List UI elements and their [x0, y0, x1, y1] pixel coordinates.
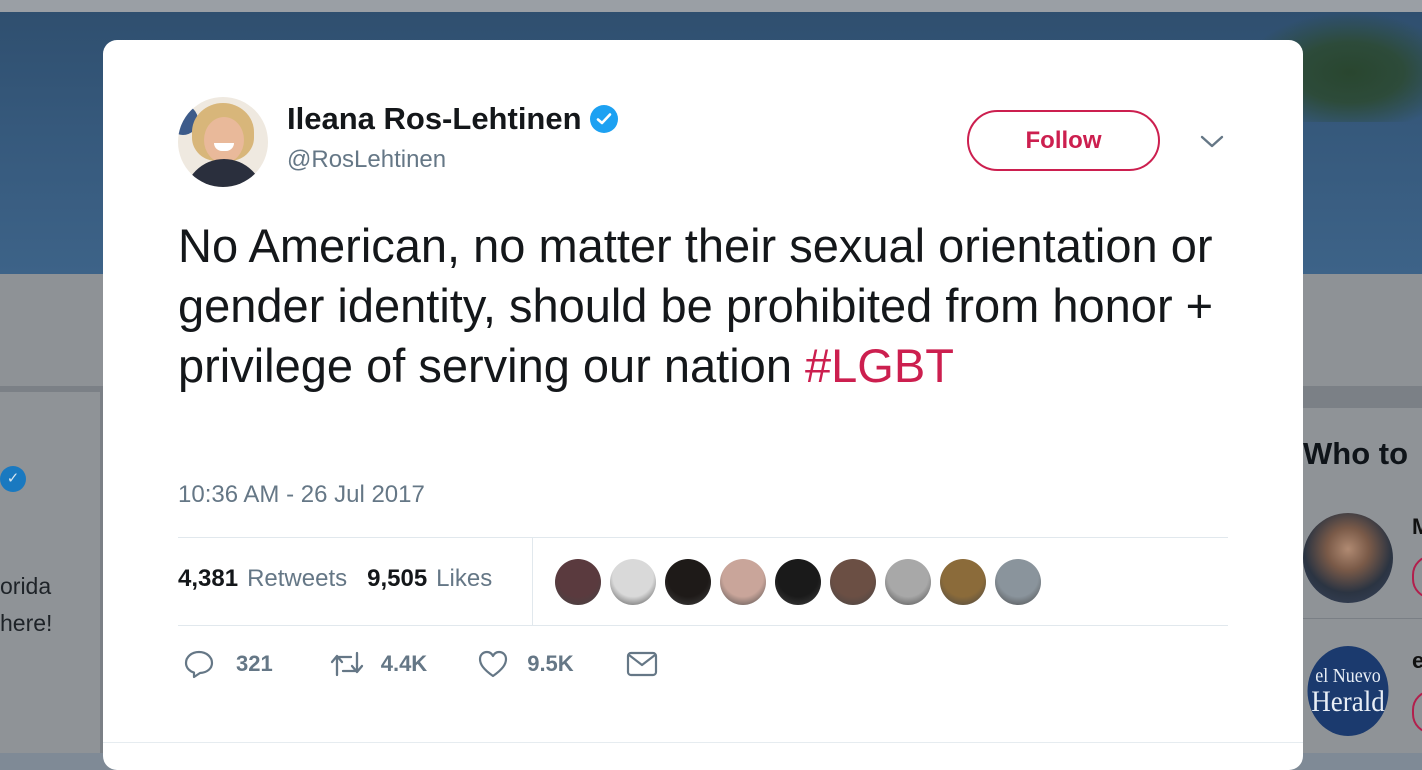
retweets-stat[interactable]: 4,381 Retweets	[178, 565, 347, 593]
likes-stat[interactable]: 9,505 Likes	[367, 565, 492, 593]
like-count: 9.5K	[527, 651, 574, 676]
author-name[interactable]: Ileana Ros-Lehtinen	[287, 100, 582, 138]
chevron-down-icon[interactable]	[1199, 132, 1225, 152]
profile-bio: orida here!	[0, 568, 52, 642]
tweet-text: No American, no matter their sexual orie…	[178, 216, 1238, 396]
top-bar	[0, 0, 1422, 12]
verified-badge-icon: ✓	[0, 466, 26, 492]
retweet-icon	[329, 650, 365, 678]
liker-avatar-7[interactable]	[885, 559, 931, 605]
who-to-follow-title: Who to	[1303, 436, 1409, 471]
reply-count: 321	[236, 651, 273, 676]
avatar-logo-text: Herald	[1311, 685, 1385, 718]
suggestion-name[interactable]: M	[1412, 514, 1422, 540]
author-handle[interactable]: @RosLehtinen	[287, 145, 446, 175]
divider	[103, 742, 1303, 743]
envelope-icon	[626, 651, 658, 677]
direct-message-button[interactable]	[626, 651, 658, 677]
tweet-modal: Ileana Ros-Lehtinen @RosLehtinen Follow …	[103, 40, 1303, 770]
reply-button[interactable]: 321	[183, 648, 273, 680]
divider	[178, 537, 1228, 538]
retweets-label: Retweets	[247, 565, 348, 592]
suggestion-avatar[interactable]	[1303, 513, 1393, 603]
avatar-face	[204, 117, 244, 163]
author-avatar[interactable]	[178, 97, 268, 187]
likes-count: 9,505	[367, 565, 428, 592]
liker-avatar-3[interactable]	[665, 559, 711, 605]
divider	[532, 538, 533, 625]
tweet-timestamp[interactable]: 10:36 AM - 26 Jul 2017	[178, 480, 425, 510]
like-button[interactable]: 9.5K	[477, 649, 574, 679]
reply-icon	[183, 648, 215, 680]
liker-avatar-5[interactable]	[775, 559, 821, 605]
bio-line: orida	[0, 573, 52, 599]
liker-avatar-6[interactable]	[830, 559, 876, 605]
retweet-count: 4.4K	[380, 651, 428, 676]
hashtag-link[interactable]: #LGBT	[805, 339, 954, 392]
suggestion-name[interactable]: e	[1412, 648, 1422, 674]
liker-avatar-9[interactable]	[995, 559, 1041, 605]
verified-badge-icon	[589, 105, 618, 133]
suggestion-avatar[interactable]: el Nuevo Herald	[1307, 646, 1389, 736]
author-name-row: Ileana Ros-Lehtinen	[287, 100, 618, 138]
avatar-jacket	[184, 159, 264, 187]
divider	[178, 625, 1228, 626]
likes-label: Likes	[436, 565, 493, 592]
tweet-stats: 4,381 Retweets 9,505 Likes	[178, 565, 492, 593]
liker-avatar-8[interactable]	[940, 559, 986, 605]
follow-button[interactable]: Follow	[967, 110, 1160, 171]
liker-avatar-1[interactable]	[555, 559, 601, 605]
liker-avatar-2[interactable]	[610, 559, 656, 605]
retweet-button[interactable]: 4.4K	[329, 650, 427, 678]
bio-line: here!	[0, 610, 53, 636]
tweet-actions: 321 4.4K 9.5K	[183, 648, 658, 680]
avatar-logo-text: el Nuevo	[1315, 665, 1381, 687]
retweets-count: 4,381	[178, 565, 239, 592]
liker-avatars	[555, 559, 1041, 605]
suggestion-divider	[1300, 618, 1422, 619]
heart-icon	[477, 649, 509, 679]
liker-avatar-4[interactable]	[720, 559, 766, 605]
tweet-body: No American, no matter their sexual orie…	[178, 219, 1214, 392]
